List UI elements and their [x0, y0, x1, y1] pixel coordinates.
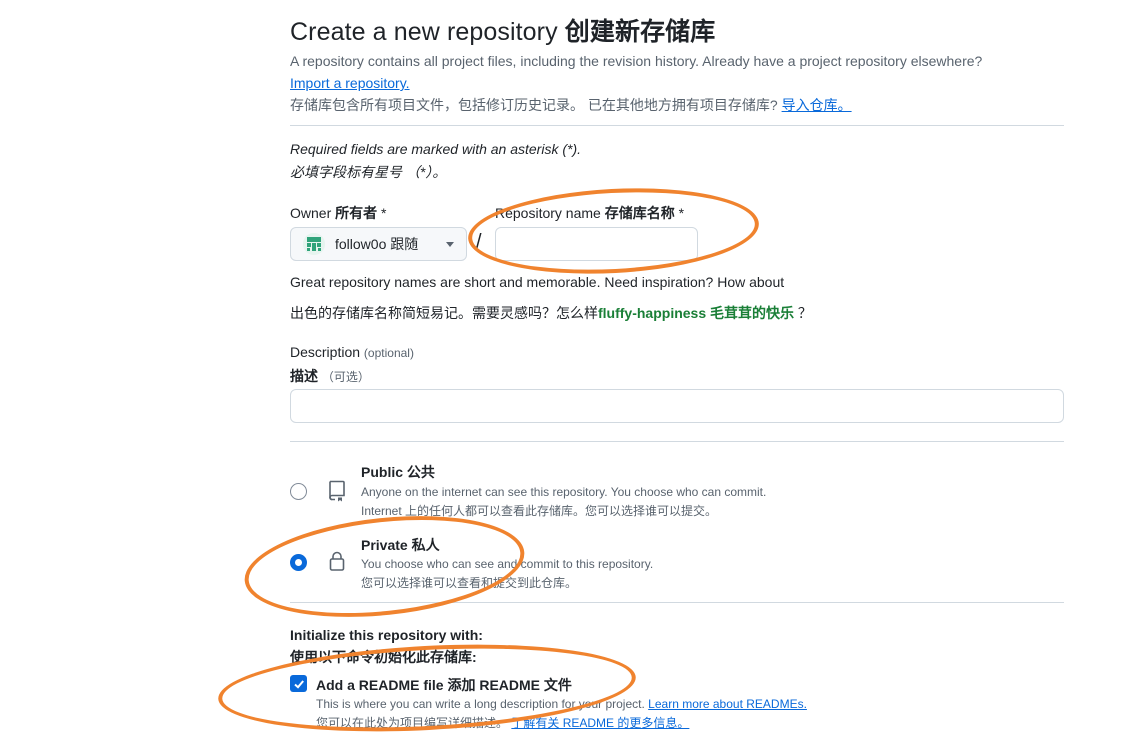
description-label: Description (optional) 描述 （可选）: [290, 341, 414, 389]
identicon-avatar-icon: [303, 233, 325, 255]
owner-label: Owner 所有者 *: [290, 203, 386, 223]
visibility-private-title: Private 私人: [361, 537, 440, 553]
required-asterisk: *: [678, 205, 685, 221]
divider: [290, 441, 1064, 442]
optional-tag-zh: （可选）: [321, 370, 370, 384]
divider: [290, 125, 1064, 126]
readme-desc-zh: 您可以在此处为项目编写详细描述。: [316, 716, 509, 730]
page-title-en: Create a new repository: [290, 18, 558, 46]
readme-desc-en: This is where you can write a long descr…: [316, 697, 645, 711]
description-label-en: Description: [290, 344, 361, 360]
required-note-zh: 必填字段标有星号 （*）。: [290, 164, 447, 180]
name-hint-zh: 出色的存储库名称简短易记。需要灵感吗？怎么样fluffy-happiness 毛…: [290, 303, 812, 323]
initialize-label: Initialize this repository with: 使用以下命令初…: [290, 624, 483, 668]
repo-name-input[interactable]: [495, 227, 698, 261]
chevron-down-icon: [446, 241, 454, 247]
add-readme-checkbox[interactable]: [290, 675, 307, 692]
lock-icon: [329, 551, 345, 571]
owner-dropdown[interactable]: follow0o 跟随: [290, 227, 467, 261]
visibility-public-desc-zh: Internet 上的任何人都可以查看此存储库。您可以选择谁可以提交。: [361, 504, 718, 518]
visibility-private-radio[interactable]: [290, 554, 307, 571]
page-title: Create a new repository 创建新存储库: [290, 12, 715, 48]
description-input[interactable]: [290, 389, 1064, 423]
page-title-zh: 创建新存储库: [564, 18, 716, 46]
intro-en: A repository contains all project files,…: [290, 53, 983, 69]
readme-learn-more-link[interactable]: Learn more about READMEs.: [648, 697, 807, 711]
checkmark-icon: [293, 679, 304, 689]
visibility-private-desc-zh: 您可以选择谁可以查看和提交到此仓库。: [361, 576, 578, 590]
required-note: Required fields are marked with an aster…: [290, 138, 581, 184]
avatar: [303, 233, 325, 255]
repo-name-label-zh: 存储库名称: [604, 205, 675, 221]
repo-book-icon: [329, 480, 345, 502]
add-readme-desc: This is where you can write a long descr…: [316, 695, 807, 733]
visibility-public-radio[interactable]: [290, 483, 307, 500]
visibility-public-desc: Anyone on the internet can see this repo…: [361, 485, 767, 499]
name-suggestion[interactable]: fluffy-happiness 毛茸茸的快乐: [598, 305, 794, 321]
repo-name-label: Repository name 存储库名称 *: [495, 203, 684, 223]
description-label-zh: 描述: [290, 368, 318, 384]
visibility-public-title: Public 公共: [361, 464, 435, 480]
initialize-label-en: Initialize this repository with:: [290, 627, 483, 643]
intro-text: A repository contains all project files,…: [290, 50, 1064, 116]
add-readme-title: Add a README file 添加 README 文件: [316, 677, 572, 693]
required-note-en: Required fields are marked with an aster…: [290, 141, 582, 157]
repo-name-label-en: Repository name: [495, 205, 601, 221]
name-hint-en: Great repository names are short and mem…: [290, 274, 785, 290]
import-repo-link-zh[interactable]: 导入仓库。: [782, 97, 852, 113]
owner-repo-separator: /: [476, 231, 482, 253]
readme-learn-more-link-zh[interactable]: 了解有关 README 的更多信息。: [511, 716, 689, 730]
divider: [290, 602, 1064, 603]
owner-label-zh: 所有者: [335, 205, 378, 221]
owner-value: follow0o 跟随: [335, 236, 419, 252]
intro-zh: 存储库包含所有项目文件，包括修订历史记录。 已在其他地方拥有项目存储库?: [290, 97, 778, 113]
name-hint-end: ？: [794, 305, 812, 321]
initialize-label-zh: 使用以下命令初始化此存储库:: [290, 649, 477, 665]
owner-label-en: Owner: [290, 205, 332, 221]
import-repo-link[interactable]: Import a repository.: [290, 75, 410, 91]
required-asterisk: *: [381, 205, 387, 221]
optional-tag: (optional): [363, 346, 414, 360]
name-hint-zh-text: 出色的存储库名称简短易记。需要灵感吗？怎么样: [290, 305, 598, 321]
visibility-private-desc: You choose who can see and commit to thi…: [361, 557, 654, 571]
